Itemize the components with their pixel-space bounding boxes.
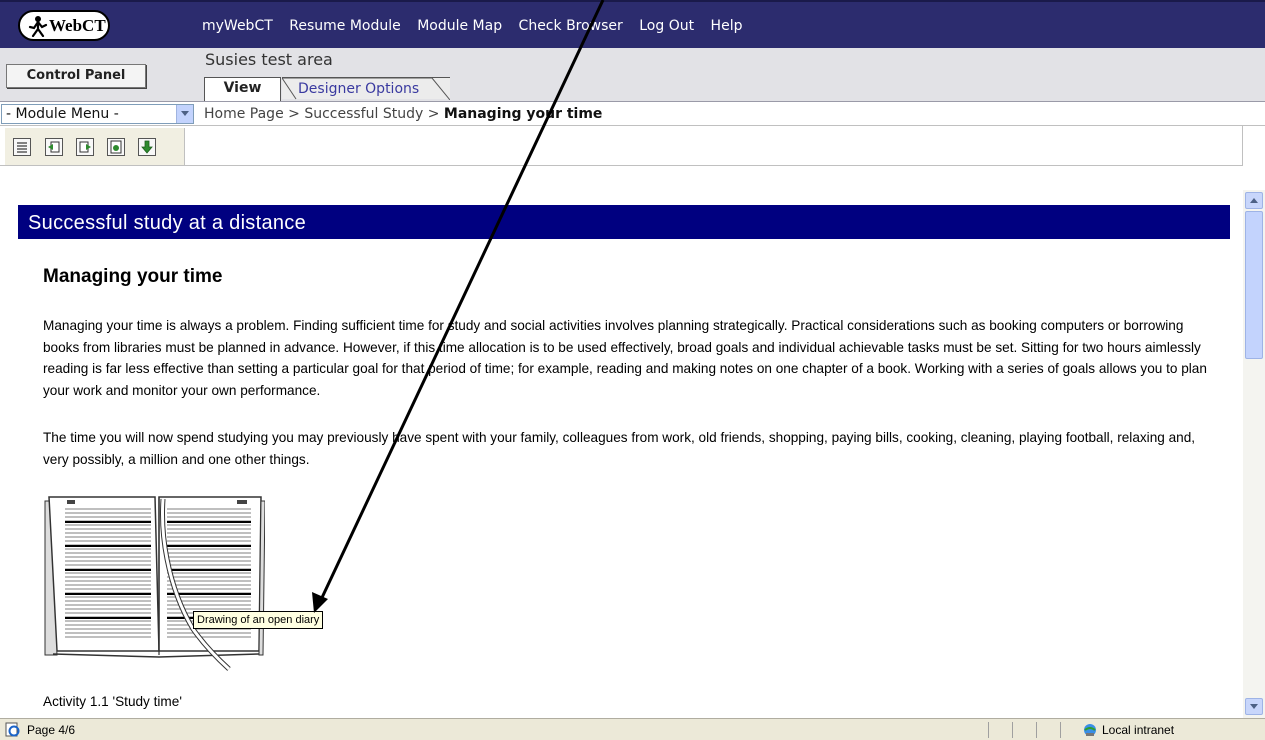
nav-help[interactable]: Help — [711, 18, 743, 34]
local-intranet-icon — [1084, 724, 1096, 736]
open-diary-drawing — [44, 496, 265, 671]
status-divider — [1060, 722, 1061, 738]
nav-log-out[interactable]: Log Out — [639, 18, 694, 34]
course-header: Control Panel Susies test area View Desi… — [0, 48, 1265, 102]
image-tooltip: Drawing of an open diary — [193, 611, 324, 629]
webct-top-bar: WebCT myWebCT Resume Module Module Map C… — [0, 0, 1265, 48]
status-divider — [1036, 722, 1037, 738]
scrollbar-thumb[interactable] — [1245, 211, 1263, 359]
toolbar-buttons — [5, 128, 185, 165]
breadcrumb-home[interactable]: Home Page — [204, 106, 284, 122]
previous-page-icon[interactable] — [45, 138, 63, 156]
webct-logo[interactable]: WebCT — [18, 10, 110, 41]
status-divider — [1012, 722, 1013, 738]
download-icon[interactable] — [138, 138, 156, 156]
breadcrumb-successful-study[interactable]: Successful Study — [304, 106, 423, 122]
module-menu-row: - Module Menu - Home Page > Successful S… — [0, 102, 1265, 126]
nav-check-browser[interactable]: Check Browser — [519, 18, 623, 34]
browser-status-bar: Page 4/6 Local intranet — [0, 718, 1265, 740]
breadcrumb-separator: > — [288, 106, 300, 122]
ie-page-icon — [5, 722, 20, 737]
page-heading: Managing your time — [43, 266, 223, 287]
status-text: Page 4/6 — [27, 723, 76, 737]
webct-logo-figure-icon — [28, 16, 48, 37]
course-area-title: Susies test area — [205, 50, 333, 69]
module-page-content: Successful study at a distance Managing … — [0, 166, 1243, 718]
breadcrumb-separator: > — [427, 106, 440, 122]
security-zone-label: Local intranet — [1102, 723, 1175, 737]
top-navigation: myWebCT Resume Module Module Map Check B… — [202, 18, 754, 34]
module-menu-select[interactable]: - Module Menu - — [1, 104, 194, 124]
breadcrumb: Home Page > Successful Study > Managing … — [204, 106, 602, 122]
scroll-down-arrow-icon[interactable] — [1245, 698, 1263, 715]
table-of-contents-icon[interactable] — [13, 138, 31, 156]
nav-module-map[interactable]: Module Map — [417, 18, 502, 34]
tab-designer-options[interactable]: Designer Options — [282, 77, 450, 100]
tab-view[interactable]: View — [204, 77, 281, 101]
webct-logo-text: WebCT — [49, 16, 106, 35]
page-toolbar — [0, 126, 1243, 166]
nav-resume-module[interactable]: Resume Module — [289, 18, 401, 34]
vertical-scrollbar[interactable] — [1243, 190, 1265, 718]
module-menu-selected: - Module Menu - — [6, 106, 119, 122]
control-panel-button[interactable]: Control Panel — [6, 64, 146, 88]
scroll-up-arrow-icon[interactable] — [1245, 192, 1263, 209]
activity-label[interactable]: Activity 1.1 'Study time' — [43, 694, 182, 709]
section-banner: Successful study at a distance — [18, 205, 1230, 239]
paragraph-time-management: Managing your time is always a problem. … — [43, 318, 1207, 398]
nav-mywebct[interactable]: myWebCT — [202, 18, 273, 34]
print-page-icon[interactable] — [107, 138, 125, 156]
tab-designer-options-label: Designer Options — [298, 81, 420, 97]
paragraph-previous-time: The time you will now spend studying you… — [43, 430, 1196, 467]
chevron-down-icon[interactable] — [176, 105, 193, 123]
breadcrumb-current: Managing your time — [443, 106, 603, 122]
next-page-icon[interactable] — [76, 138, 94, 156]
status-divider — [988, 722, 989, 738]
